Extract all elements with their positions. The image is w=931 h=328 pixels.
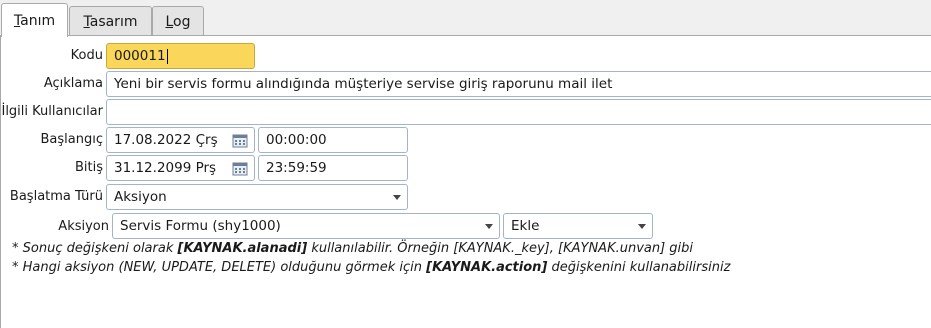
aciklama-value: Yeni bir servis formu alındığında müşter… bbox=[114, 76, 613, 92]
chevron-down-icon[interactable] bbox=[393, 195, 401, 200]
ilgili-kullanicilar-input[interactable] bbox=[106, 99, 931, 125]
tab-tanim[interactable]: Tanım bbox=[1, 3, 68, 37]
tab-log[interactable]: Log bbox=[152, 6, 204, 35]
hint-line-2-a: * Hangi aksiyon (NEW, UPDATE, DELETE) ol… bbox=[12, 260, 427, 275]
baslangic-date-value: 17.08.2022 Çrş bbox=[114, 132, 218, 148]
tab-tanim-label: anım bbox=[20, 13, 56, 29]
hint-line-2-b: [KAYNAK.action] bbox=[426, 260, 548, 275]
tab-tasarim[interactable]: Tasarım bbox=[69, 6, 152, 35]
calendar-icon[interactable] bbox=[232, 132, 248, 148]
chevron-down-icon[interactable] bbox=[485, 224, 493, 229]
kodu-input[interactable]: 000011 bbox=[106, 43, 255, 69]
bitis-date-input[interactable]: 31.12.2099 Prş bbox=[106, 155, 255, 181]
tab-log-key: L bbox=[165, 14, 174, 30]
tab-divider bbox=[0, 35, 931, 36]
aksiyon-value: Servis Formu (shy1000) bbox=[120, 218, 281, 234]
bitis-time-value: 23:59:59 bbox=[266, 160, 327, 176]
aciklama-input[interactable]: Yeni bir servis formu alındığında müşter… bbox=[106, 71, 931, 97]
baslangic-time-input[interactable]: 00:00:00 bbox=[258, 127, 408, 153]
calendar-icon[interactable] bbox=[232, 160, 248, 176]
aksiyon-select[interactable]: Servis Formu (shy1000) bbox=[112, 213, 500, 239]
aksiyon-label: Aksiyon bbox=[58, 219, 109, 234]
baslatma-turu-value: Aksiyon bbox=[114, 189, 167, 205]
aksiyon-mode-value: Ekle bbox=[511, 218, 540, 234]
bitis-label: Bitiş bbox=[74, 160, 103, 175]
baslangic-time-value: 00:00:00 bbox=[266, 132, 327, 148]
hint-line-2-c: değişkenini kullanabilirsiniz bbox=[547, 260, 731, 275]
chevron-down-icon[interactable] bbox=[638, 224, 646, 229]
baslangic-label: Başlangıç bbox=[40, 132, 104, 147]
baslatma-turu-select[interactable]: Aksiyon bbox=[106, 184, 408, 210]
text-caret bbox=[166, 48, 168, 64]
baslangic-date-input[interactable]: 17.08.2022 Çrş bbox=[106, 127, 255, 153]
tab-log-label: og bbox=[173, 14, 191, 30]
bitis-time-input[interactable]: 23:59:59 bbox=[258, 155, 408, 181]
hint-line-2: * Hangi aksiyon (NEW, UPDATE, DELETE) ol… bbox=[12, 260, 730, 275]
tab-tasarim-label: asarım bbox=[89, 14, 138, 30]
hint-line-1: * Sonuç değişkeni olarak [KAYNAK.alanadi… bbox=[12, 241, 693, 256]
tab-strip: Tanım Tasarım Log bbox=[0, 0, 931, 37]
hint-line-1-c: kullanılabilir. Örneğin [KAYNAK._key], [… bbox=[307, 241, 694, 256]
kodu-value: 000011 bbox=[114, 48, 166, 64]
aksiyon-mode-select[interactable]: Ekle bbox=[503, 213, 653, 239]
hint-line-1-b: [KAYNAK.alanadi] bbox=[177, 241, 308, 256]
ilgili-kullanicilar-label: İlgili Kullanıcılar bbox=[1, 104, 103, 119]
kodu-label: Kodu bbox=[70, 48, 103, 63]
bitis-date-value: 31.12.2099 Prş bbox=[114, 160, 217, 176]
baslatma-turu-label: Başlatma Türü bbox=[9, 189, 103, 204]
aciklama-label: Açıklama bbox=[43, 76, 103, 91]
hint-line-1-a: * Sonuç değişkeni olarak bbox=[12, 241, 178, 256]
